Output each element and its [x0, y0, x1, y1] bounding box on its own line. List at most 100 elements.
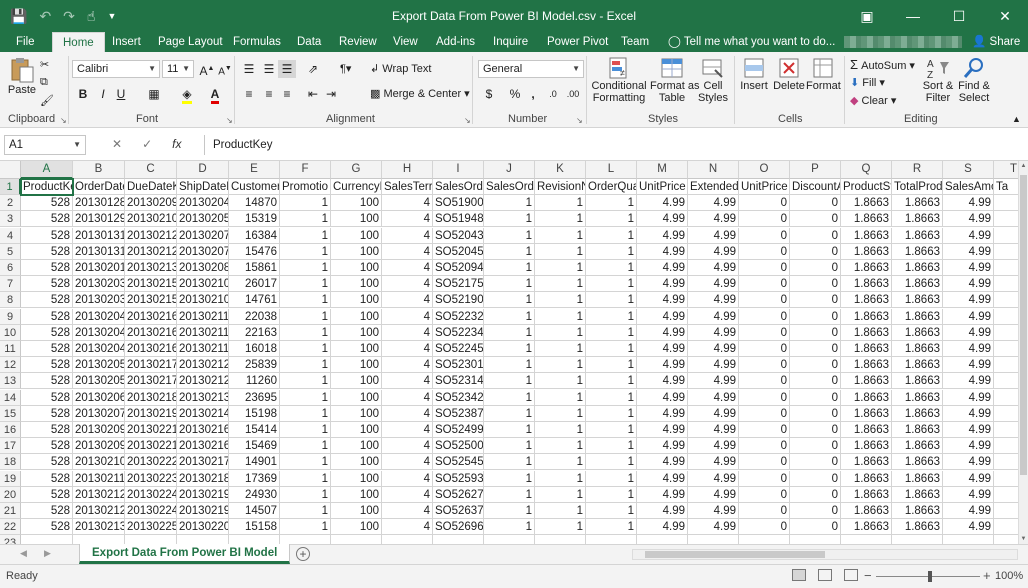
- column-header-a[interactable]: A: [21, 161, 73, 179]
- data-cell[interactable]: 528: [21, 276, 73, 293]
- row-header[interactable]: 19: [0, 470, 21, 487]
- data-cell[interactable]: 1: [535, 195, 586, 212]
- data-cell[interactable]: 4.99: [637, 503, 688, 519]
- data-cell[interactable]: SO52387: [433, 405, 484, 422]
- data-cell[interactable]: 20130210: [177, 292, 229, 309]
- data-cell[interactable]: 20130220: [177, 519, 229, 536]
- format-painter-icon[interactable]: 🖌: [40, 94, 54, 107]
- data-cell[interactable]: 4: [382, 211, 433, 228]
- data-cell[interactable]: 0: [739, 243, 790, 260]
- row-header[interactable]: 22: [0, 519, 21, 536]
- empty-cell[interactable]: [586, 535, 637, 544]
- data-cell[interactable]: 20130210: [73, 454, 125, 471]
- data-cell[interactable]: 4: [382, 357, 433, 374]
- header-cell[interactable]: OrderQua: [586, 179, 637, 195]
- data-cell[interactable]: 1.8663: [841, 308, 892, 325]
- percent-button[interactable]: %: [506, 85, 524, 103]
- data-cell[interactable]: 1.8663: [892, 227, 943, 244]
- data-cell[interactable]: 100: [331, 405, 382, 422]
- data-cell[interactable]: 1.8663: [892, 503, 943, 519]
- column-header-o[interactable]: O: [739, 161, 790, 179]
- column-header-h[interactable]: H: [382, 161, 433, 179]
- data-cell[interactable]: 1: [484, 503, 535, 519]
- data-cell[interactable]: 1: [535, 341, 586, 357]
- data-cell[interactable]: 1: [535, 324, 586, 341]
- cut-icon[interactable]: ✂: [40, 58, 49, 71]
- row-header[interactable]: 3: [0, 211, 21, 228]
- font-size-select[interactable]: 11 ▼: [162, 60, 194, 78]
- data-cell[interactable]: 1: [484, 276, 535, 293]
- align-right-icon[interactable]: ≡: [278, 85, 296, 103]
- data-cell[interactable]: 4: [382, 470, 433, 487]
- data-cell[interactable]: [994, 487, 1018, 503]
- data-cell[interactable]: 1: [586, 373, 637, 390]
- data-cell[interactable]: SO52593: [433, 470, 484, 487]
- data-cell[interactable]: SO52094: [433, 260, 484, 276]
- data-cell[interactable]: 1: [280, 341, 331, 357]
- data-cell[interactable]: 17369: [229, 470, 280, 487]
- cell-styles-button[interactable]: Cell Styles: [696, 56, 730, 104]
- data-cell[interactable]: 1: [586, 276, 637, 293]
- empty-cell[interactable]: [280, 535, 331, 544]
- data-cell[interactable]: 4: [382, 519, 433, 536]
- data-cell[interactable]: 4: [382, 422, 433, 438]
- data-cell[interactable]: 100: [331, 227, 382, 244]
- top-align-icon[interactable]: ☰: [240, 60, 258, 78]
- data-cell[interactable]: 0: [790, 195, 841, 212]
- data-cell[interactable]: 100: [331, 276, 382, 293]
- data-cell[interactable]: 20130218: [177, 470, 229, 487]
- data-cell[interactable]: 1: [535, 454, 586, 471]
- delete-cells-button[interactable]: Delete: [772, 56, 806, 92]
- data-cell[interactable]: 4.99: [943, 211, 994, 228]
- data-cell[interactable]: 100: [331, 519, 382, 536]
- data-cell[interactable]: [994, 260, 1018, 276]
- data-cell[interactable]: SO52499: [433, 422, 484, 438]
- data-cell[interactable]: 528: [21, 243, 73, 260]
- data-cell[interactable]: 4.99: [688, 260, 739, 276]
- data-cell[interactable]: [994, 357, 1018, 374]
- data-cell[interactable]: 15158: [229, 519, 280, 536]
- data-cell[interactable]: 20130218: [125, 389, 177, 406]
- tab-team[interactable]: Team: [621, 32, 649, 52]
- data-cell[interactable]: 4.99: [943, 438, 994, 455]
- data-cell[interactable]: 100: [331, 324, 382, 341]
- increase-indent-icon[interactable]: ⇥: [322, 85, 340, 103]
- data-cell[interactable]: 4: [382, 243, 433, 260]
- data-cell[interactable]: 0: [790, 276, 841, 293]
- data-cell[interactable]: 4.99: [637, 308, 688, 325]
- tab-inquire[interactable]: Inquire: [493, 32, 528, 52]
- cancel-icon[interactable]: ✕: [112, 137, 122, 151]
- data-cell[interactable]: 20130207: [177, 227, 229, 244]
- data-cell[interactable]: 4.99: [943, 422, 994, 438]
- header-cell[interactable]: CurrencyK: [331, 179, 382, 195]
- data-cell[interactable]: 1: [586, 292, 637, 309]
- data-cell[interactable]: 1: [484, 211, 535, 228]
- center-icon[interactable]: ≡: [260, 85, 278, 103]
- data-cell[interactable]: 1.8663: [841, 227, 892, 244]
- data-cell[interactable]: 4: [382, 308, 433, 325]
- data-cell[interactable]: 16018: [229, 341, 280, 357]
- data-cell[interactable]: 1: [586, 243, 637, 260]
- vertical-scroll-thumb[interactable]: [1020, 175, 1027, 475]
- tab-insert[interactable]: Insert: [112, 32, 141, 52]
- data-cell[interactable]: 0: [739, 357, 790, 374]
- data-cell[interactable]: 1: [586, 308, 637, 325]
- empty-cell[interactable]: [73, 535, 125, 544]
- data-cell[interactable]: 1: [280, 227, 331, 244]
- data-cell[interactable]: 20130224: [125, 503, 177, 519]
- data-cell[interactable]: 0: [739, 324, 790, 341]
- data-cell[interactable]: 0: [739, 389, 790, 406]
- data-cell[interactable]: 1.8663: [892, 243, 943, 260]
- data-cell[interactable]: 4.99: [688, 195, 739, 212]
- empty-cell[interactable]: [433, 535, 484, 544]
- header-cell[interactable]: SalesAmo: [943, 179, 994, 195]
- data-cell[interactable]: 1: [484, 324, 535, 341]
- data-cell[interactable]: 100: [331, 438, 382, 455]
- row-header[interactable]: 17: [0, 438, 21, 455]
- data-cell[interactable]: 1.8663: [892, 454, 943, 471]
- data-cell[interactable]: 4: [382, 454, 433, 471]
- select-all-corner[interactable]: [0, 161, 21, 179]
- data-cell[interactable]: 1: [484, 308, 535, 325]
- header-cell[interactable]: DiscountA: [790, 179, 841, 195]
- data-cell[interactable]: 1: [280, 389, 331, 406]
